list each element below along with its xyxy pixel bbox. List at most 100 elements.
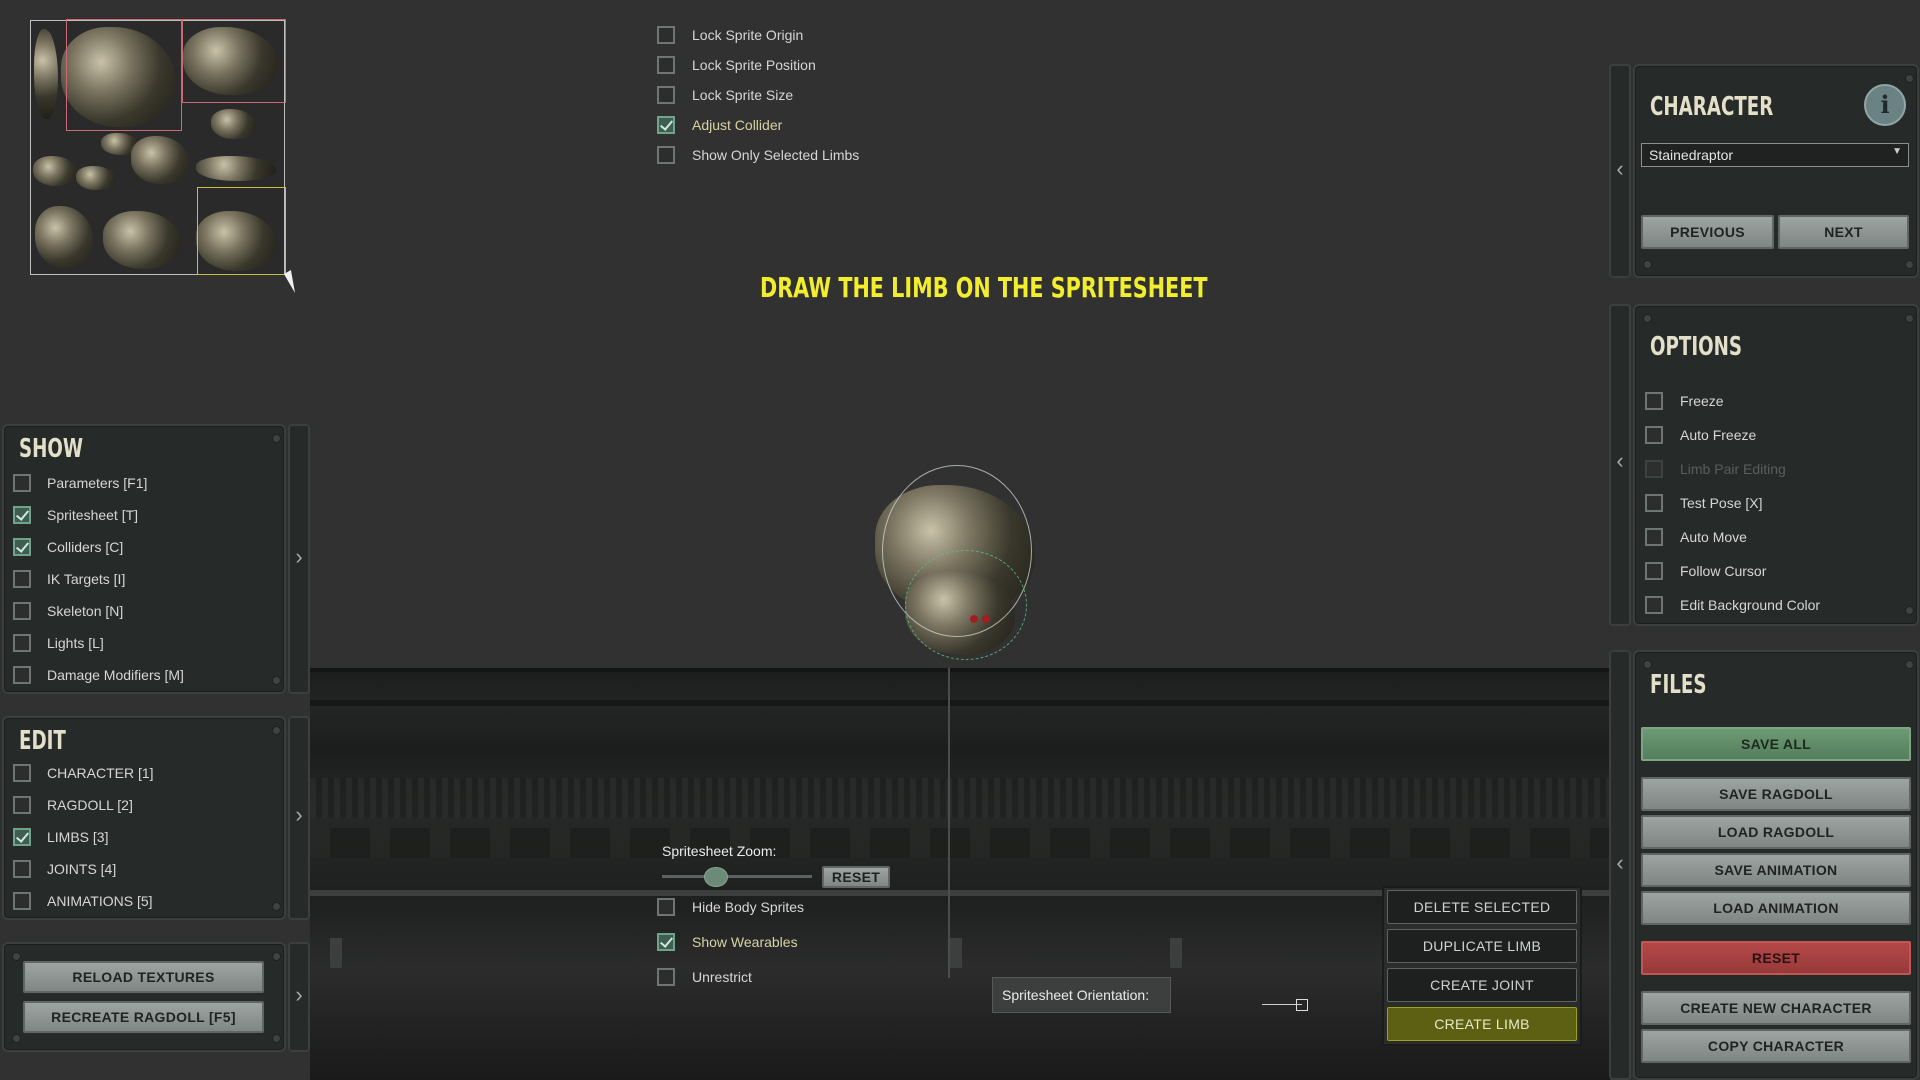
animations-mode-checkbox[interactable] bbox=[13, 892, 31, 910]
colliders-label: Colliders [C] bbox=[47, 539, 124, 555]
info-icon[interactable]: i bbox=[1864, 84, 1906, 126]
lights-checkbox[interactable] bbox=[13, 634, 31, 652]
recreate-ragdoll-button[interactable]: RECREATE RAGDOLL [F5] bbox=[23, 1001, 264, 1033]
colliders-checkbox[interactable] bbox=[13, 538, 31, 556]
show-wearables-label: Show Wearables bbox=[692, 934, 798, 950]
lights-label: Lights [L] bbox=[47, 635, 104, 651]
auto-freeze-checkbox[interactable] bbox=[1645, 426, 1663, 444]
create-joint-button[interactable]: CREATE JOINT bbox=[1387, 968, 1577, 1002]
lock-sprite-position-label: Lock Sprite Position bbox=[692, 57, 816, 73]
unrestrict-checkbox[interactable] bbox=[657, 968, 675, 986]
sprite-small-3[interactable] bbox=[76, 166, 116, 190]
spritesheet-label: Spritesheet [T] bbox=[47, 507, 139, 523]
show-panel-title: SHOW bbox=[19, 434, 84, 464]
save-ragdoll-button[interactable]: SAVE RAGDOLL bbox=[1641, 777, 1911, 811]
save-all-button[interactable]: SAVE ALL bbox=[1641, 727, 1911, 761]
character-mode-label: CHARACTER [1] bbox=[47, 765, 154, 781]
test-pose-checkbox[interactable] bbox=[1645, 494, 1663, 512]
duplicate-limb-button[interactable]: DUPLICATE LIMB bbox=[1387, 929, 1577, 963]
edit-panel: EDIT bbox=[2, 716, 286, 920]
limb-pair-editing-checkbox bbox=[1645, 460, 1663, 478]
zoom-slider-track[interactable] bbox=[662, 875, 812, 878]
save-animation-button[interactable]: SAVE ANIMATION bbox=[1641, 853, 1911, 887]
auto-move-checkbox[interactable] bbox=[1645, 528, 1663, 546]
freeze-label: Freeze bbox=[1680, 393, 1724, 409]
sprite-foot-2[interactable] bbox=[103, 211, 181, 269]
show-wearables-checkbox[interactable] bbox=[657, 933, 675, 951]
sprite-leg[interactable] bbox=[196, 156, 276, 181]
create-limb-button[interactable]: CREATE LIMB bbox=[1387, 1007, 1577, 1041]
edit-panel-collapse-tab[interactable]: › bbox=[288, 716, 310, 920]
sprite-tail[interactable] bbox=[34, 29, 58, 119]
reload-textures-button[interactable]: RELOAD TEXTURES bbox=[23, 961, 264, 993]
follow-cursor-label: Follow Cursor bbox=[1680, 563, 1767, 579]
sprite-arm[interactable] bbox=[131, 136, 189, 184]
chevron-left-icon: ‹ bbox=[1616, 850, 1624, 875]
show-panel-collapse-tab[interactable]: › bbox=[288, 424, 310, 694]
lock-sprite-size-checkbox[interactable] bbox=[657, 86, 675, 104]
parameters-checkbox[interactable] bbox=[13, 474, 31, 492]
lock-sprite-position-checkbox[interactable] bbox=[657, 56, 675, 74]
chevron-right-icon: › bbox=[295, 802, 303, 827]
next-character-button[interactable]: NEXT bbox=[1778, 215, 1909, 249]
chevron-down-icon: ▼ bbox=[1892, 146, 1902, 157]
adjust-collider-label: Adjust Collider bbox=[692, 117, 783, 133]
unrestrict-label: Unrestrict bbox=[692, 969, 752, 985]
character-select-dropdown[interactable]: Stainedraptor ▼ bbox=[1641, 143, 1909, 167]
limb-selection-box[interactable] bbox=[66, 19, 182, 131]
tools-panel bbox=[2, 942, 286, 1052]
limb-selection-box[interactable] bbox=[182, 19, 286, 103]
character-preview[interactable] bbox=[870, 465, 1045, 665]
adjust-collider-checkbox[interactable] bbox=[657, 116, 675, 134]
character-panel-title: CHARACTER bbox=[1650, 92, 1774, 122]
lock-sprite-origin-label: Lock Sprite Origin bbox=[692, 27, 804, 43]
chevron-left-icon: ‹ bbox=[1616, 448, 1624, 473]
options-panel-collapse-tab[interactable]: ‹ bbox=[1609, 304, 1631, 626]
copy-character-button[interactable]: COPY CHARACTER bbox=[1641, 1029, 1911, 1063]
lock-sprite-origin-checkbox[interactable] bbox=[657, 26, 675, 44]
delete-selected-button[interactable]: DELETE SELECTED bbox=[1387, 890, 1577, 924]
mouse-cursor bbox=[284, 270, 302, 294]
load-ragdoll-button[interactable]: LOAD RAGDOLL bbox=[1641, 815, 1911, 849]
ragdoll-mode-checkbox[interactable] bbox=[13, 796, 31, 814]
follow-cursor-checkbox[interactable] bbox=[1645, 562, 1663, 580]
freeze-checkbox[interactable] bbox=[1645, 392, 1663, 410]
parameters-label: Parameters [F1] bbox=[47, 475, 148, 491]
previous-character-button[interactable]: PREVIOUS bbox=[1641, 215, 1774, 249]
auto-move-label: Auto Move bbox=[1680, 529, 1747, 545]
lock-sprite-size-label: Lock Sprite Size bbox=[692, 87, 794, 103]
edit-background-color-checkbox[interactable] bbox=[1645, 596, 1663, 614]
chevron-right-icon: › bbox=[295, 544, 303, 569]
limbs-mode-checkbox[interactable] bbox=[13, 828, 31, 846]
tools-panel-collapse-tab[interactable]: › bbox=[288, 942, 310, 1052]
load-animation-button[interactable]: LOAD ANIMATION bbox=[1641, 891, 1911, 925]
test-pose-label: Test Pose [X] bbox=[1680, 495, 1763, 511]
hide-body-sprites-checkbox[interactable] bbox=[657, 898, 675, 916]
files-panel-collapse-tab[interactable]: ‹ bbox=[1609, 650, 1631, 1080]
chevron-left-icon: ‹ bbox=[1616, 156, 1624, 181]
damage-modifiers-label: Damage Modifiers [M] bbox=[47, 667, 184, 683]
ik-targets-checkbox[interactable] bbox=[13, 570, 31, 588]
limb-selection-box-active[interactable] bbox=[197, 187, 286, 275]
spritesheet-checkbox[interactable] bbox=[13, 506, 31, 524]
character-mode-checkbox[interactable] bbox=[13, 764, 31, 782]
create-new-character-button[interactable]: CREATE NEW CHARACTER bbox=[1641, 991, 1911, 1025]
sprite-small-2[interactable] bbox=[33, 156, 77, 186]
chevron-right-icon: › bbox=[295, 982, 303, 1007]
spritesheet-orientation-label: Spritesheet Orientation: bbox=[1002, 987, 1150, 1003]
sprite-foot-1[interactable] bbox=[35, 206, 93, 268]
spritesheet-orientation-box: Spritesheet Orientation: bbox=[992, 977, 1171, 1013]
zoom-reset-button[interactable]: RESET bbox=[822, 866, 890, 888]
sprite-jaw[interactable] bbox=[211, 109, 256, 139]
reset-button[interactable]: RESET bbox=[1641, 941, 1911, 975]
skeleton-checkbox[interactable] bbox=[13, 602, 31, 620]
orientation-handle[interactable] bbox=[1296, 999, 1308, 1011]
spritesheet[interactable] bbox=[30, 19, 286, 275]
show-only-selected-limbs-checkbox[interactable] bbox=[657, 146, 675, 164]
damage-modifiers-checkbox[interactable] bbox=[13, 666, 31, 684]
zoom-slider-handle[interactable] bbox=[703, 867, 728, 887]
joints-mode-checkbox[interactable] bbox=[13, 860, 31, 878]
show-panel: SHOW bbox=[2, 424, 286, 694]
ragdoll-mode-label: RAGDOLL [2] bbox=[47, 797, 133, 813]
character-panel-collapse-tab[interactable]: ‹ bbox=[1609, 64, 1631, 278]
